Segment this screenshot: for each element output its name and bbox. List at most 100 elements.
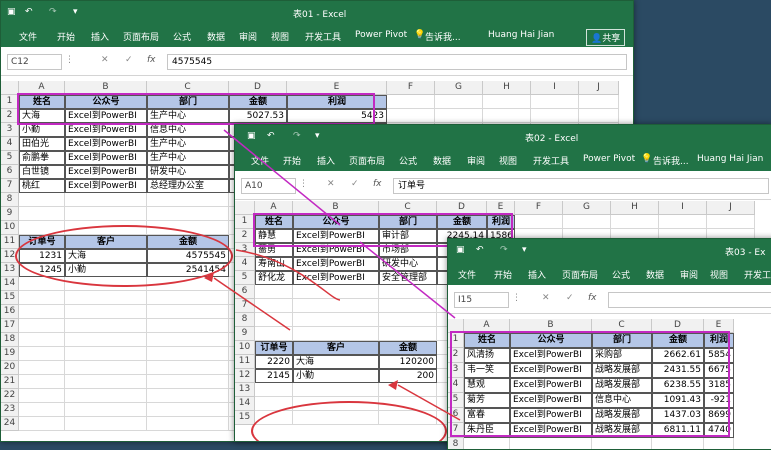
table-cell[interactable]: 研发中心 [379,257,437,271]
row-header[interactable]: 13 [1,263,19,277]
row-header[interactable]: 20 [1,361,19,375]
undo-icon[interactable]: ↶ [25,7,33,17]
grid-cell[interactable] [147,207,229,221]
table-cell[interactable]: 生产中心 [147,151,229,165]
grid-cell[interactable] [379,285,437,299]
grid-cell[interactable] [19,389,65,403]
ribbon-tab[interactable]: 视图 [710,268,728,281]
grid-cell[interactable] [19,193,65,207]
grid-cell[interactable] [379,299,437,313]
row-header[interactable]: 9 [235,327,255,341]
row-header[interactable]: 13 [235,383,255,397]
column-header[interactable]: I [531,81,579,95]
grid-cell[interactable] [65,375,147,389]
user-name[interactable]: Huang Hai Jian [697,154,763,164]
row-header[interactable]: 19 [1,347,19,361]
ribbon-tab[interactable]: 审阅 [680,268,698,281]
name-box[interactable]: C12 [7,54,62,70]
grid-cell[interactable] [579,109,619,123]
grid-cell[interactable] [293,313,379,327]
table-cell[interactable]: 研发中心 [147,165,229,179]
tell-me-input[interactable]: 告诉我... [653,154,689,167]
table-cell[interactable]: Excel到PowerBI [65,179,147,193]
row-header[interactable]: 7 [235,299,255,313]
ribbon-tab[interactable]: 数据 [646,268,664,281]
save-icon[interactable]: ▣ [456,245,465,255]
row-header[interactable]: 14 [1,277,19,291]
formula-input[interactable]: 订单号 [393,178,769,194]
name-box-dropdown-icon[interactable]: ⋮ [512,293,521,303]
grid-cell[interactable] [379,313,437,327]
table-cell[interactable]: 2220 [255,355,293,369]
excel-window-table03[interactable]: ▣ ↶ ↷ ▾ 表03 - Ex 文件开始插入页面布局公式数据审阅视图开发工具 … [447,238,771,450]
column-header[interactable]: H [611,201,659,215]
grid-cell[interactable] [531,95,579,109]
grid-cell[interactable] [147,417,229,431]
column-header[interactable]: F [387,81,435,95]
grid-cell[interactable] [147,375,229,389]
grid-cell[interactable] [255,313,293,327]
cancel-icon[interactable]: ✕ [542,293,550,303]
grid-cell[interactable] [19,361,65,375]
row-header[interactable]: 24 [1,417,19,431]
grid-cell[interactable] [435,95,483,109]
column-header[interactable]: F [515,201,563,215]
name-box-dropdown-icon[interactable]: ⋮ [299,179,308,189]
name-box[interactable]: A10 [241,178,296,194]
ribbon-tab[interactable]: 页面布局 [562,268,598,281]
fx-icon[interactable]: fx [588,293,597,303]
save-icon[interactable]: ▣ [7,7,16,17]
ribbon-tab[interactable]: 开发工具 [744,268,771,281]
grid-cell[interactable] [65,207,147,221]
row-header[interactable]: 17 [1,319,19,333]
grid-cell[interactable] [65,389,147,403]
row-header[interactable]: 5 [1,151,19,165]
formula-input[interactable]: 4575545 [167,54,627,70]
ribbon-tab[interactable]: 插入 [528,268,546,281]
row-header[interactable]: 5 [235,271,255,285]
grid-cell[interactable] [19,375,65,389]
grid-cell[interactable] [515,215,563,229]
table-cell[interactable]: Excel到PowerBI [293,257,379,271]
grid-cell[interactable] [19,417,65,431]
table-cell[interactable]: 信息中心 [147,123,229,137]
grid-cell[interactable] [19,347,65,361]
grid-cell[interactable] [65,305,147,319]
redo-icon[interactable]: ↷ [293,131,301,141]
redo-icon[interactable]: ↷ [500,245,508,255]
row-header[interactable]: 11 [235,355,255,369]
grid-cell[interactable] [65,403,147,417]
row-header[interactable]: 21 [1,375,19,389]
row-header[interactable]: 1 [235,215,255,229]
row-header[interactable]: 14 [235,397,255,411]
grid-cell[interactable] [19,207,65,221]
column-header[interactable]: H [483,81,531,95]
column-header[interactable]: G [435,81,483,95]
grid-cell[interactable] [65,193,147,207]
grid-cell[interactable] [147,305,229,319]
grid-cell[interactable] [147,333,229,347]
grid-cell[interactable] [147,291,229,305]
tell-me-input[interactable]: 告诉我... [425,30,461,43]
grid-cell[interactable] [483,95,531,109]
grid-cell[interactable] [531,109,579,123]
row-header[interactable]: 16 [1,305,19,319]
column-header[interactable]: J [579,81,619,95]
grid-cell[interactable] [379,383,437,397]
grid-cell[interactable] [293,285,379,299]
table-cell[interactable]: 桃红 [19,179,65,193]
undo-icon[interactable]: ↶ [476,245,484,255]
row-header[interactable]: 3 [1,123,19,137]
grid-cell[interactable] [293,299,379,313]
row-header[interactable]: 11 [1,235,19,249]
grid-cell[interactable] [563,215,611,229]
grid-cell[interactable] [65,333,147,347]
ribbon-tab[interactable]: 文件 [458,268,476,281]
column-header[interactable]: J [707,201,755,215]
row-header[interactable]: 22 [1,389,19,403]
grid-cell[interactable] [147,319,229,333]
row-header[interactable]: 6 [1,165,19,179]
grid-cell[interactable] [255,299,293,313]
cancel-icon[interactable]: ✕ [101,55,109,65]
grid-cell[interactable] [65,361,147,375]
